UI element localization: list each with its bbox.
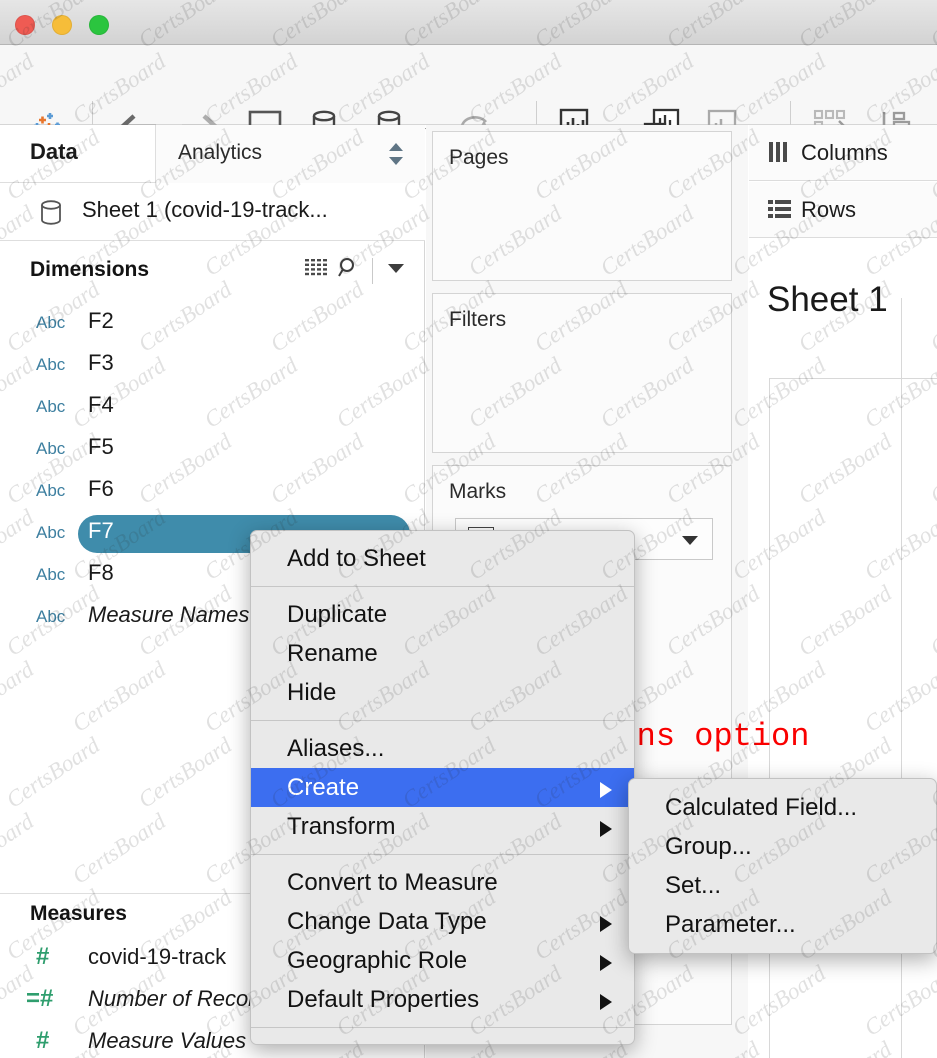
submenu-item-set[interactable]: Set... bbox=[629, 866, 936, 905]
data-source-label: Sheet 1 (covid-19-track... bbox=[82, 197, 328, 223]
dimensions-header: Dimensions bbox=[0, 250, 425, 294]
submenu-arrow-icon bbox=[600, 916, 612, 932]
field-type-abc-icon: Abc bbox=[36, 607, 76, 627]
grid-line-horizontal bbox=[769, 378, 937, 379]
search-icon[interactable] bbox=[336, 256, 360, 285]
field-label: Measure Values bbox=[88, 1028, 246, 1054]
context-menu-item-hide[interactable]: Hide bbox=[251, 673, 634, 712]
tab-data[interactable]: Data bbox=[30, 139, 78, 165]
field-label: F7 bbox=[88, 518, 114, 544]
submenu-arrow-icon bbox=[600, 955, 612, 971]
pane-tab-bar: Data Analytics bbox=[0, 125, 425, 183]
worksheet-title: Sheet 1 bbox=[767, 280, 888, 320]
rows-icon bbox=[767, 197, 793, 221]
context-menu-separator bbox=[251, 586, 634, 587]
context-menu-item-transform-label: Transform bbox=[287, 813, 395, 840]
submenu-item-calculated-field[interactable]: Calculated Field... bbox=[629, 788, 936, 827]
tab-analytics-label: Analytics bbox=[178, 141, 262, 165]
dimension-field-f6[interactable]: Abc F6 bbox=[0, 471, 425, 513]
tableau-window: Data Analytics Sheet 1 (covid-19-track..… bbox=[0, 0, 937, 1058]
dimension-field-f2[interactable]: Abc F2 bbox=[0, 303, 425, 345]
field-type-calculated-number-icon: =# bbox=[26, 985, 66, 1013]
data-source-item[interactable]: Sheet 1 (covid-19-track... bbox=[0, 183, 425, 241]
context-menu-item-create-label: Create bbox=[287, 774, 359, 801]
tools-divider bbox=[372, 258, 373, 284]
context-menu-item-default-properties[interactable]: Default Properties bbox=[251, 980, 634, 1019]
dimension-field-f3[interactable]: Abc F3 bbox=[0, 345, 425, 387]
field-type-number-icon: # bbox=[36, 1027, 76, 1055]
context-menu-item-create[interactable]: Create bbox=[251, 768, 634, 807]
field-context-menu[interactable]: Add to Sheet Duplicate Rename Hide Alias… bbox=[250, 530, 635, 1045]
field-type-abc-icon: Abc bbox=[36, 481, 76, 501]
filters-shelf-title: Filters bbox=[449, 308, 506, 332]
context-menu-item-default-properties-label: Default Properties bbox=[287, 986, 479, 1013]
submenu-arrow-icon bbox=[600, 782, 612, 798]
filters-shelf[interactable]: Filters bbox=[432, 293, 732, 453]
submenu-arrow-icon bbox=[600, 821, 612, 837]
context-menu-item-convert-to-measure[interactable]: Convert to Measure bbox=[251, 863, 634, 902]
field-label: covid-19-track bbox=[88, 944, 226, 970]
field-label: F3 bbox=[88, 350, 114, 376]
zoom-window-button[interactable] bbox=[89, 15, 109, 35]
marks-shelf-title: Marks bbox=[449, 480, 506, 504]
context-menu-item-geographic-role[interactable]: Geographic Role bbox=[251, 941, 634, 980]
submenu-item-group[interactable]: Group... bbox=[629, 827, 936, 866]
columns-icon bbox=[767, 140, 793, 164]
database-cylinder-icon bbox=[38, 199, 64, 227]
field-type-number-icon: # bbox=[36, 943, 76, 971]
measures-title: Measures bbox=[30, 902, 127, 926]
context-menu-item-geographic-role-label: Geographic Role bbox=[287, 947, 467, 974]
pane-stepper-icon[interactable] bbox=[389, 143, 403, 165]
chevron-down-icon[interactable] bbox=[682, 536, 698, 545]
field-label: F5 bbox=[88, 434, 114, 460]
context-menu-item-change-data-type[interactable]: Change Data Type bbox=[251, 902, 634, 941]
dimension-field-f4[interactable]: Abc F4 bbox=[0, 387, 425, 429]
grid-view-icon[interactable] bbox=[304, 257, 328, 284]
rows-shelf[interactable]: Rows bbox=[749, 182, 937, 238]
create-submenu[interactable]: Calculated Field... Group... Set... Para… bbox=[628, 778, 937, 954]
field-label: F8 bbox=[88, 560, 114, 586]
main-toolbar bbox=[0, 45, 937, 125]
context-menu-separator bbox=[251, 720, 634, 721]
field-label: Measure Names bbox=[88, 602, 249, 628]
pages-shelf-title: Pages bbox=[449, 146, 509, 170]
context-menu-item-add-to-sheet[interactable]: Add to Sheet bbox=[251, 539, 634, 578]
context-menu-item-rename[interactable]: Rename bbox=[251, 634, 634, 673]
rows-shelf-label: Rows bbox=[801, 197, 856, 223]
context-menu-item-aliases[interactable]: Aliases... bbox=[251, 729, 634, 768]
field-label: F2 bbox=[88, 308, 114, 334]
submenu-arrow-icon bbox=[600, 994, 612, 1010]
minimize-window-button[interactable] bbox=[52, 15, 72, 35]
submenu-item-parameter[interactable]: Parameter... bbox=[629, 905, 936, 944]
field-type-abc-icon: Abc bbox=[36, 313, 76, 333]
tab-analytics[interactable]: Analytics bbox=[155, 125, 425, 183]
columns-shelf-label: Columns bbox=[801, 140, 888, 166]
field-type-abc-icon: Abc bbox=[36, 523, 76, 543]
field-type-abc-icon: Abc bbox=[36, 439, 76, 459]
field-label: F6 bbox=[88, 476, 114, 502]
pages-shelf[interactable]: Pages bbox=[432, 131, 732, 281]
chevron-down-icon[interactable] bbox=[385, 259, 407, 282]
context-menu-item-duplicate[interactable]: Duplicate bbox=[251, 595, 634, 634]
dimension-field-f5[interactable]: Abc F5 bbox=[0, 429, 425, 471]
context-menu-item-change-data-type-label: Change Data Type bbox=[287, 908, 487, 935]
close-window-button[interactable] bbox=[15, 15, 35, 35]
field-type-abc-icon: Abc bbox=[36, 355, 76, 375]
field-type-abc-icon: Abc bbox=[36, 397, 76, 417]
dimensions-tools bbox=[304, 256, 407, 285]
dimensions-title: Dimensions bbox=[30, 258, 149, 282]
columns-shelf[interactable]: Columns bbox=[749, 125, 937, 181]
window-titlebar bbox=[0, 0, 937, 45]
field-type-abc-icon: Abc bbox=[36, 565, 76, 585]
context-menu-separator bbox=[251, 1027, 634, 1028]
context-menu-separator bbox=[251, 854, 634, 855]
traffic-lights bbox=[15, 15, 109, 35]
field-label: F4 bbox=[88, 392, 114, 418]
context-menu-item-transform[interactable]: Transform bbox=[251, 807, 634, 846]
